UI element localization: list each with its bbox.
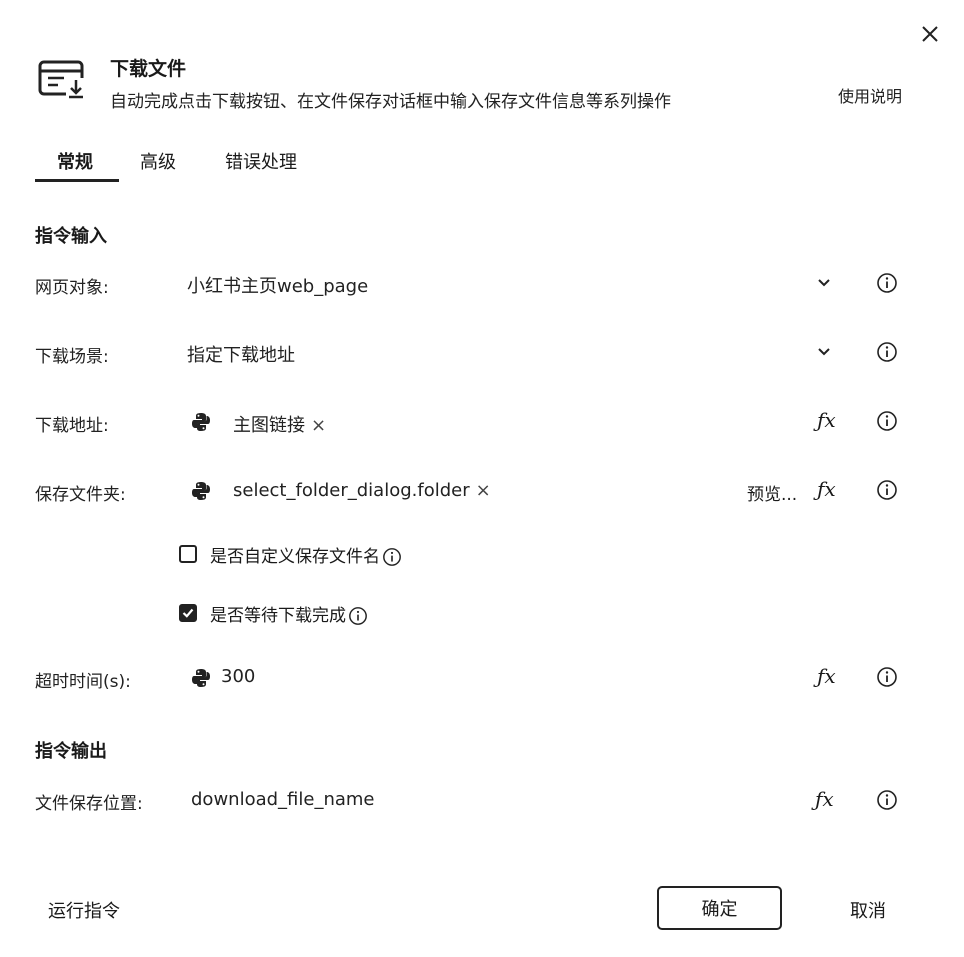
tab-active-indicator [35, 179, 119, 182]
info-icon[interactable] [876, 410, 898, 432]
cancel-button[interactable]: 取消 [850, 897, 886, 923]
web-object-select[interactable]: 小红书主页web_page [187, 272, 368, 298]
timeout-input[interactable]: 300 [221, 666, 255, 687]
download-scene-select[interactable]: 指定下载地址 [187, 341, 295, 367]
dialog-title: 下载文件 [110, 58, 187, 80]
download-url-chip: 主图链接 × [233, 411, 326, 437]
download-window-icon [38, 58, 88, 100]
file-location-label: 文件保存位置: [35, 794, 143, 814]
confirm-label: 确定 [701, 899, 738, 920]
confirm-button[interactable]: 确定 [657, 886, 782, 930]
info-icon[interactable] [876, 666, 898, 688]
chevron-down-icon[interactable] [815, 274, 833, 292]
save-folder-value: select_folder_dialog.folder [233, 480, 470, 501]
download-scene-label: 下载场景: [35, 347, 109, 367]
chevron-down-icon[interactable] [815, 343, 833, 361]
remove-download-url-button[interactable]: × [311, 415, 326, 436]
fx-button[interactable]: ƒx [817, 477, 836, 501]
close-icon[interactable] [914, 18, 946, 50]
wait-complete-label: 是否等待下载完成 [210, 606, 346, 626]
tab-advanced[interactable]: 高级 [140, 148, 176, 174]
custom-filename-checkbox[interactable] [179, 545, 197, 563]
wait-complete-checkbox[interactable] [179, 604, 197, 622]
info-icon[interactable] [876, 789, 898, 811]
web-object-label: 网页对象: [35, 278, 109, 298]
file-location-input[interactable]: download_file_name [191, 789, 375, 810]
save-folder-label: 保存文件夹: [35, 485, 126, 505]
fx-button[interactable]: ƒx [815, 787, 834, 811]
preview-button[interactable]: 预览... [747, 480, 797, 505]
help-link[interactable]: 使用说明 [838, 83, 902, 107]
remove-save-folder-button[interactable]: × [476, 480, 491, 501]
python-icon [192, 482, 210, 500]
info-icon[interactable] [876, 272, 898, 294]
python-icon [192, 669, 210, 687]
info-icon[interactable] [876, 479, 898, 501]
run-command-button[interactable]: 运行指令 [48, 897, 120, 923]
info-icon[interactable] [382, 547, 402, 567]
download-url-value: 主图链接 [233, 415, 305, 436]
output-section-title: 指令输出 [35, 741, 107, 762]
info-icon[interactable] [876, 341, 898, 363]
tab-general[interactable]: 常规 [57, 148, 93, 174]
download-url-label: 下载地址: [35, 416, 109, 436]
timeout-label: 超时时间(s): [35, 672, 131, 692]
custom-filename-label: 是否自定义保存文件名 [210, 547, 380, 567]
input-section-title: 指令输入 [35, 226, 107, 247]
fx-button[interactable]: ƒx [817, 664, 836, 688]
fx-button[interactable]: ƒx [817, 408, 836, 432]
custom-filename-option: 是否自定义保存文件名 [210, 542, 402, 567]
wait-complete-option: 是否等待下载完成 [210, 601, 368, 626]
tab-error-handling[interactable]: 错误处理 [225, 148, 297, 174]
dialog-subtitle: 自动完成点击下载按钮、在文件保存对话框中输入保存文件信息等系列操作 [110, 92, 671, 112]
checkmark-icon [182, 608, 194, 618]
info-icon[interactable] [348, 606, 368, 626]
python-icon [192, 413, 210, 431]
save-folder-chip: select_folder_dialog.folder × [233, 480, 491, 501]
close-button[interactable] [914, 18, 946, 50]
